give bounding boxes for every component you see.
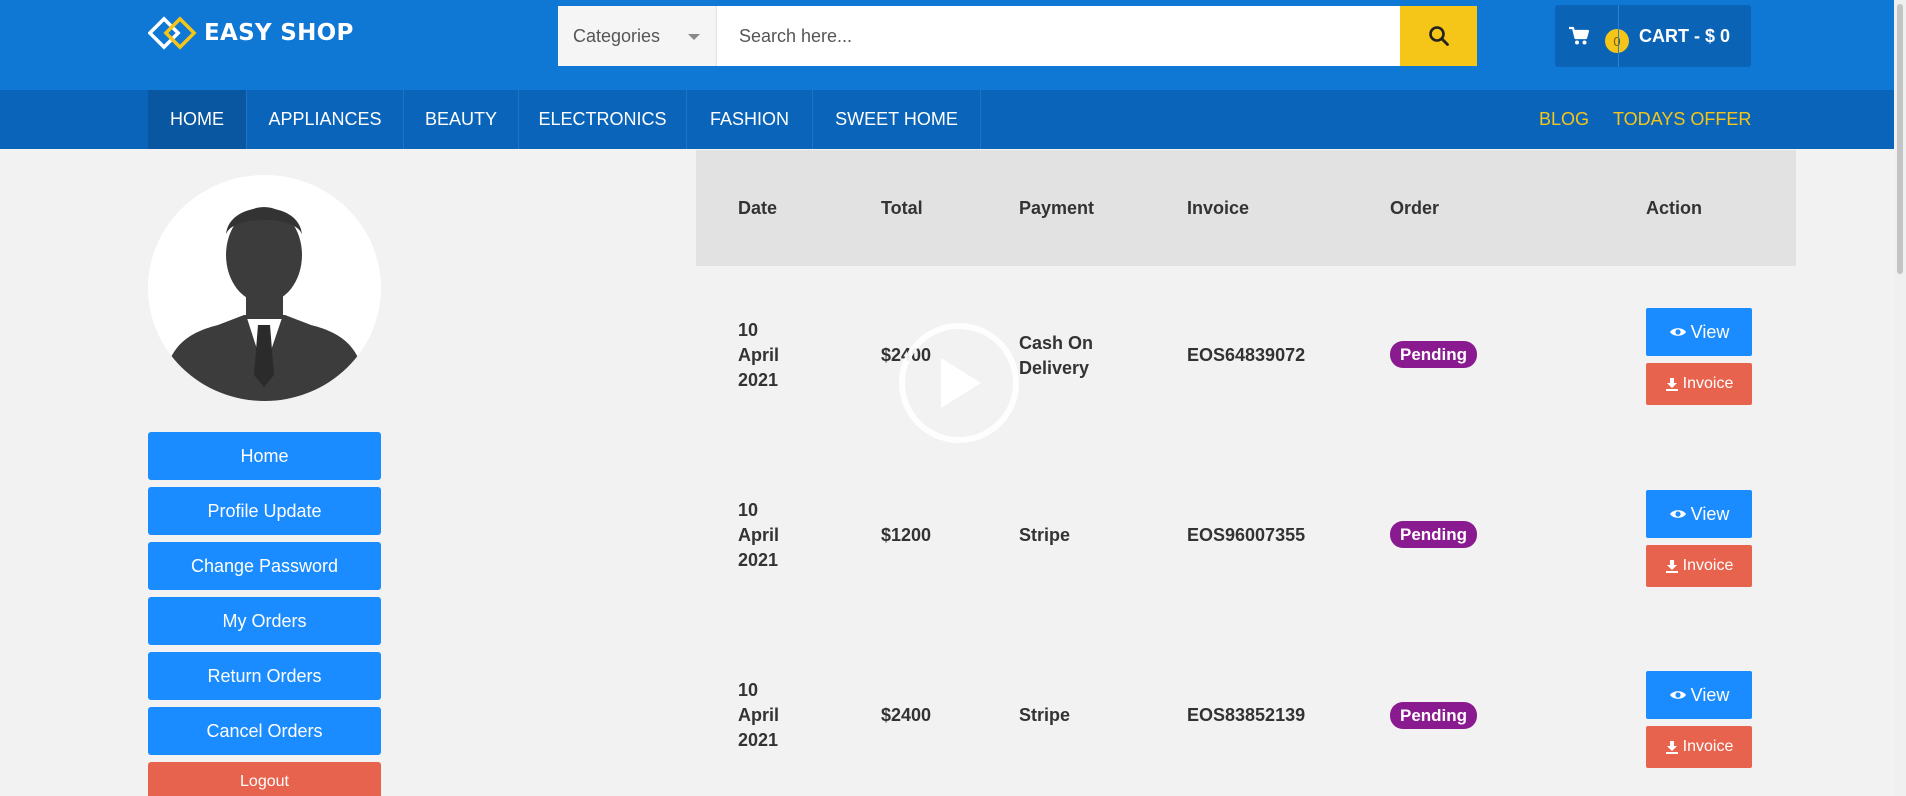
page-scrollbar[interactable] (1894, 0, 1906, 796)
order-date-month: April (738, 705, 780, 725)
order-payment: Cash On Delivery (1019, 333, 1094, 378)
nav-item-appliances[interactable]: APPLIANCES (247, 90, 404, 149)
play-icon (941, 358, 981, 408)
download-invoice-label: Invoice (1682, 738, 1734, 755)
eye-icon (1669, 691, 1686, 699)
sidebar-button-return-orders[interactable]: Return Orders (148, 652, 381, 700)
nav-item-home[interactable]: HOME (148, 90, 247, 149)
sidebar-button-change-password[interactable]: Change Password (148, 542, 381, 590)
brand-logo[interactable]: EASY SHOP (148, 14, 354, 52)
download-invoice-label: Invoice (1682, 557, 1734, 574)
view-order-button[interactable]: View (1646, 671, 1752, 719)
caret-down-icon (688, 34, 700, 40)
cart-divider (1618, 5, 1619, 67)
order-date-day: 10 (738, 320, 759, 340)
order-date-day: 10 (738, 500, 759, 520)
sidebar-button-profile-update[interactable]: Profile Update (148, 487, 381, 535)
nav-link-blog[interactable]: BLOG (1539, 90, 1589, 149)
search-bar: Categories (558, 6, 1477, 66)
download-icon (1665, 560, 1678, 573)
cart-count-badge: 0 (1605, 29, 1629, 53)
column-header-date: Date (738, 197, 778, 218)
order-date-month: April (738, 345, 780, 365)
column-header-payment: Payment (1019, 197, 1095, 218)
orders-table-header: Date Total Payment Invoice Order Action (696, 150, 1796, 266)
table-row: 10 April 2021 $2400 Cash On Delivery EOS… (696, 266, 1796, 446)
nav-link-todays-offer[interactable]: TODAYS OFFER (1613, 90, 1751, 149)
column-header-invoice: Invoice (1187, 197, 1250, 218)
cart-icon-wrap (1555, 5, 1603, 67)
cart-button[interactable]: 0 CART - $ 0 (1555, 5, 1751, 67)
download-invoice-button[interactable]: Invoice (1646, 726, 1752, 768)
avatar (148, 175, 381, 401)
table-row: 10 April 2021 $1200 Stripe EOS96007355 P… (696, 448, 1796, 628)
order-total: $2400 (881, 705, 932, 725)
order-invoice-number: EOS64839072 (1187, 345, 1306, 365)
order-total: $1200 (881, 525, 932, 545)
order-date-year: 2021 (738, 730, 779, 750)
order-date-month: April (738, 525, 780, 545)
logout-button[interactable]: Logout (148, 762, 381, 796)
eye-icon (1669, 328, 1686, 336)
order-invoice-number: EOS83852139 (1187, 705, 1306, 725)
search-button[interactable] (1400, 6, 1477, 66)
order-date: 10 April 2021 (738, 678, 798, 753)
status-badge: Pending (1390, 702, 1478, 729)
order-date-day: 10 (738, 680, 759, 700)
download-invoice-button[interactable]: Invoice (1646, 545, 1752, 587)
view-order-button[interactable]: View (1646, 490, 1752, 538)
video-play-button[interactable] (899, 323, 1019, 443)
nav-item-beauty[interactable]: BEAUTY (404, 90, 519, 149)
view-order-label: View (1690, 503, 1730, 524)
download-invoice-button[interactable]: Invoice (1646, 363, 1752, 405)
status-badge: Pending (1390, 341, 1478, 368)
user-silhouette-icon (162, 207, 367, 401)
download-invoice-label: Invoice (1682, 375, 1734, 392)
brand-name: EASY SHOP (204, 20, 354, 46)
logo-icon (148, 16, 197, 50)
eye-icon (1669, 510, 1686, 518)
category-select-label: Categories (573, 25, 661, 46)
order-payment: Stripe (1019, 705, 1071, 725)
download-icon (1665, 741, 1678, 754)
category-select[interactable]: Categories (558, 6, 717, 66)
order-date: 10 April 2021 (738, 318, 798, 393)
main-nav: HOME APPLIANCES BEAUTY ELECTRONICS FASHI… (0, 90, 1906, 149)
table-row: 10 April 2021 $2400 Stripe EOS83852139 P… (696, 630, 1796, 796)
search-icon (1428, 26, 1449, 46)
nav-item-electronics[interactable]: ELECTRONICS (519, 90, 687, 149)
sidebar-button-cancel-orders[interactable]: Cancel Orders (148, 707, 381, 755)
view-order-label: View (1690, 321, 1730, 342)
order-payment: Stripe (1019, 525, 1071, 545)
top-bar: EASY SHOP Categories 0 CART - $ 0 (0, 0, 1906, 90)
shopping-cart-icon (1569, 26, 1590, 45)
cart-label: CART - $ 0 (1639, 25, 1731, 46)
download-icon (1665, 378, 1678, 391)
scrollbar-thumb[interactable] (1897, 4, 1903, 274)
sidebar-button-home[interactable]: Home (148, 432, 381, 480)
order-date: 10 April 2021 (738, 498, 798, 573)
column-header-order: Order (1390, 197, 1440, 218)
nav-item-fashion[interactable]: FASHION (687, 90, 813, 149)
view-order-button[interactable]: View (1646, 308, 1752, 356)
search-input[interactable] (717, 6, 1400, 66)
order-date-year: 2021 (738, 550, 779, 570)
column-header-action: Action (1646, 197, 1702, 218)
order-date-year: 2021 (738, 370, 779, 390)
order-invoice-number: EOS96007355 (1187, 525, 1306, 545)
status-badge: Pending (1390, 521, 1478, 548)
view-order-label: View (1690, 684, 1730, 705)
sidebar-button-my-orders[interactable]: My Orders (148, 597, 381, 645)
column-header-total: Total (881, 197, 923, 218)
nav-item-sweet-home[interactable]: SWEET HOME (813, 90, 981, 149)
